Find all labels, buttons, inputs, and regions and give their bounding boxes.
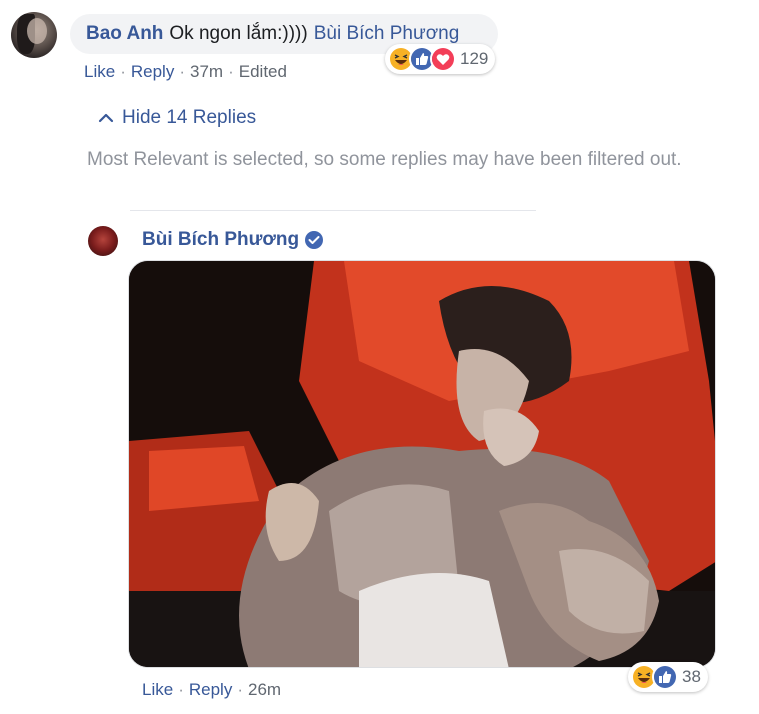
reply-timestamp[interactable]: 26m: [248, 680, 281, 699]
avatar-bao-anh[interactable]: [11, 12, 57, 58]
like-button[interactable]: Like: [84, 62, 115, 81]
reply-author[interactable]: Bùi Bích Phương: [142, 229, 299, 251]
reply-author-row: Bùi Bích Phương: [142, 229, 324, 251]
reply-reactions[interactable]: 38: [628, 662, 708, 692]
comment-timestamp[interactable]: 37m: [190, 62, 223, 81]
like-button[interactable]: Like: [142, 680, 173, 699]
hide-replies-button[interactable]: Hide 14 Replies: [98, 107, 256, 129]
comment-author[interactable]: Bao Anh: [86, 23, 163, 45]
comment-mention[interactable]: Bùi Bích Phương: [314, 23, 460, 45]
gif-frame: [129, 261, 715, 667]
avatar-bui-bich-phuong[interactable]: [88, 226, 118, 256]
comment-actions: Like · Reply · 37m · Edited: [84, 62, 287, 81]
divider: [130, 210, 536, 211]
reaction-count: 129: [460, 49, 489, 68]
like-icon: [652, 664, 678, 690]
verified-badge-icon: [305, 231, 324, 249]
reply-button[interactable]: Reply: [189, 680, 232, 699]
comment-reactions[interactable]: 129: [385, 44, 496, 74]
filter-note: Most Relevant is selected, so some repli…: [87, 149, 682, 170]
reply-actions: Like · Reply · 26m: [142, 680, 282, 699]
love-icon: [430, 46, 456, 72]
reaction-count: 38: [682, 667, 701, 686]
chevron-up-icon: [98, 113, 114, 123]
edited-label[interactable]: Edited: [239, 62, 287, 81]
hide-replies-label: Hide 14 Replies: [122, 107, 257, 128]
reply-button[interactable]: Reply: [131, 62, 174, 81]
comment-text: Ok ngon lắm:)))): [169, 23, 308, 44]
reply-gif-image[interactable]: [128, 260, 716, 668]
